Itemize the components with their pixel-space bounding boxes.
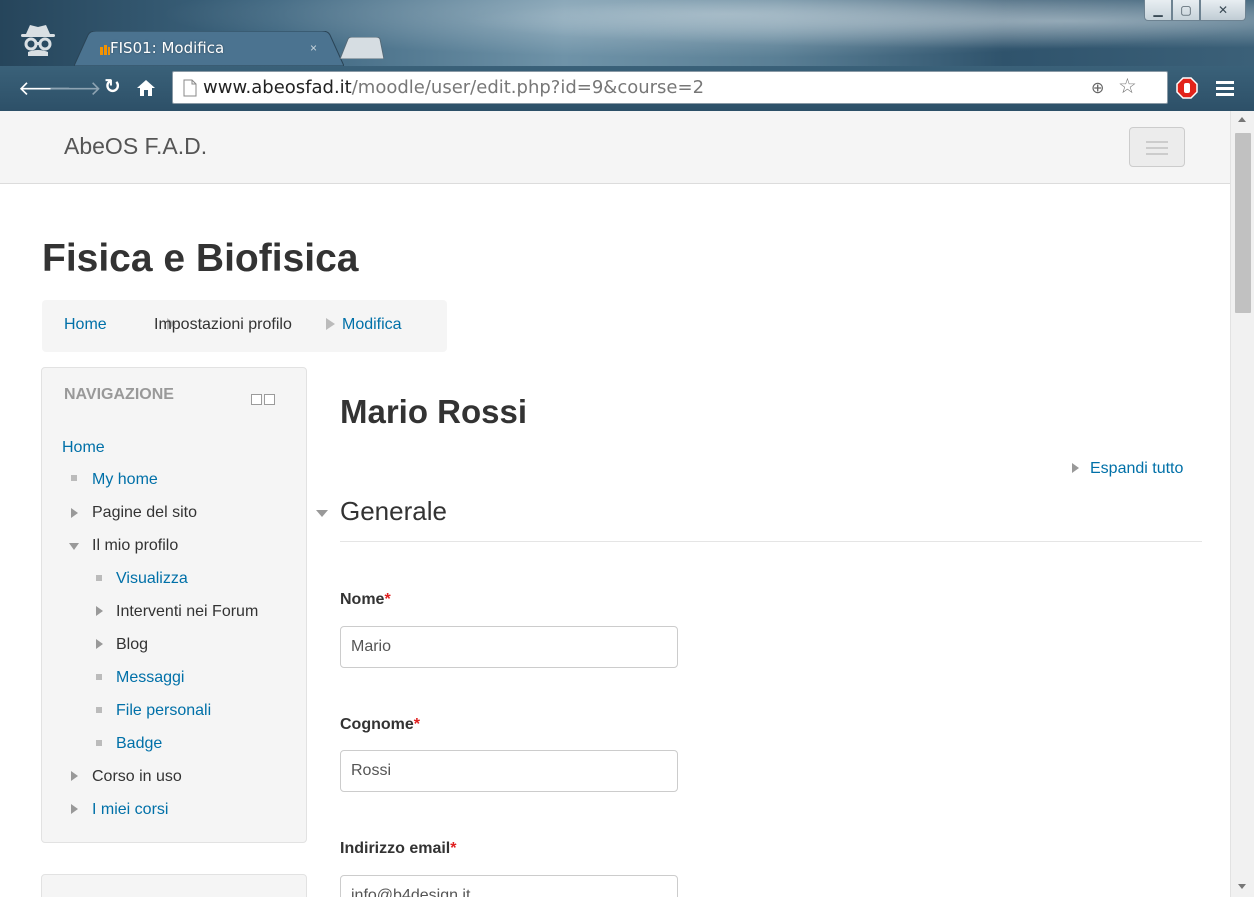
nav-badges[interactable]: Badge — [116, 735, 162, 753]
nav-private-files[interactable]: File personali — [116, 702, 211, 720]
browser-window: ▁ ▢ ✕ FIS01: Modifica × 🡐 🡒 ↻ www.abeosf… — [0, 0, 1254, 111]
page-viewport: AbeOS F.A.D. Fisica e Biofisica Home Imp… — [0, 111, 1230, 897]
nav-home[interactable]: Home — [62, 439, 105, 457]
moodle-favicon-icon — [100, 45, 110, 55]
collapse-arrow-icon[interactable] — [69, 543, 79, 550]
breadcrumb-home[interactable]: Home — [64, 316, 107, 334]
bullet-icon — [96, 575, 102, 581]
breadcrumb-profile-settings: Impostazioni profilo — [154, 316, 292, 333]
hamburger-icon — [1146, 141, 1168, 143]
minimize-icon: ▁ — [1153, 3, 1163, 17]
last-name-input[interactable]: Rossi — [340, 750, 678, 792]
minimize-button[interactable]: ▁ — [1144, 0, 1172, 21]
breadcrumb: Home Impostazioni profilo Modifica — [42, 300, 447, 352]
expand-all-link[interactable]: Espandi tutto — [1090, 460, 1183, 478]
zoom-icon[interactable]: ⊕ — [1091, 78, 1104, 98]
email-input[interactable]: info@b4design.it — [340, 875, 678, 897]
course-title: Fisica e Biofisica — [42, 237, 359, 280]
expand-arrow-icon[interactable] — [71, 804, 78, 814]
address-bar[interactable]: www.abeosfad.it/moodle/user/edit.php?id=… — [172, 71, 1168, 104]
collapse-block-icon[interactable] — [251, 394, 262, 405]
nav-current-course[interactable]: Corso in uso — [92, 768, 182, 786]
nav-my-courses[interactable]: I miei corsi — [92, 801, 168, 819]
navbar-toggle-button[interactable] — [1129, 127, 1185, 167]
section-collapse-icon[interactable] — [316, 510, 328, 517]
nav-site-pages[interactable]: Pagine del sito — [92, 504, 197, 522]
nav-my-profile[interactable]: Il mio profilo — [92, 537, 178, 555]
email-label: Indirizzo email* — [340, 840, 457, 857]
adblock-extension-icon[interactable] — [1176, 77, 1198, 99]
maximize-icon: ▢ — [1180, 3, 1192, 17]
page-icon — [183, 79, 197, 97]
first-name-input[interactable]: Mario — [340, 626, 678, 668]
first-name-label: Nome* — [340, 591, 391, 608]
breadcrumb-separator-icon — [326, 318, 335, 330]
nav-forum-posts[interactable]: Interventi nei Forum — [116, 603, 258, 621]
expand-arrow-icon[interactable] — [71, 508, 78, 518]
page-scrollbar[interactable] — [1230, 111, 1254, 897]
tab-title: FIS01: Modifica — [110, 39, 225, 57]
maximize-button[interactable]: ▢ — [1172, 0, 1200, 21]
new-tab-button[interactable] — [338, 37, 384, 59]
nav-my-home[interactable]: My home — [92, 471, 158, 489]
nav-blog[interactable]: Blog — [116, 636, 148, 654]
site-brand[interactable]: AbeOS F.A.D. — [64, 133, 207, 160]
bullet-icon — [96, 740, 102, 746]
expand-arrow-icon[interactable] — [71, 771, 78, 781]
tab-close-icon[interactable]: × — [310, 41, 317, 55]
expand-all-arrow-icon[interactable] — [1072, 463, 1079, 473]
breadcrumb-edit[interactable]: Modifica — [342, 316, 402, 334]
close-icon: ✕ — [1217, 3, 1229, 17]
user-fullname-heading: Mario Rossi — [340, 393, 528, 430]
browser-tab-active[interactable]: FIS01: Modifica × — [74, 31, 344, 66]
scrollbar-thumb[interactable] — [1235, 133, 1251, 313]
bullet-icon — [71, 475, 77, 481]
required-mark: * — [450, 840, 457, 857]
section-general-title[interactable]: Generale — [340, 496, 447, 527]
expand-arrow-icon[interactable] — [96, 639, 103, 649]
secondary-block — [41, 874, 307, 897]
incognito-icon — [21, 25, 55, 56]
site-navbar: AbeOS F.A.D. — [0, 111, 1230, 184]
reload-icon[interactable]: ↻ — [104, 74, 121, 98]
bookmark-star-icon[interactable]: ☆ — [1118, 74, 1137, 99]
bullet-icon — [96, 707, 102, 713]
window-controls: ▁ ▢ ✕ — [1144, 0, 1246, 22]
expand-arrow-icon[interactable] — [96, 606, 103, 616]
nav-view-profile[interactable]: Visualizza — [116, 570, 188, 588]
home-icon[interactable] — [136, 79, 156, 97]
scroll-down-icon[interactable] — [1238, 884, 1246, 889]
scroll-up-icon[interactable] — [1238, 117, 1246, 122]
dock-block-icon[interactable] — [264, 394, 275, 405]
bullet-icon — [96, 674, 102, 680]
last-name-label: Cognome* — [340, 716, 421, 733]
close-window-button[interactable]: ✕ — [1200, 0, 1246, 21]
url-host: www.abeosfad.it — [203, 77, 352, 98]
required-mark: * — [384, 591, 391, 608]
nav-messages[interactable]: Messaggi — [116, 669, 184, 687]
section-divider — [340, 541, 1202, 542]
navigation-block: NAVIGAZIONE Home My home Pagine del sito… — [41, 367, 307, 843]
url-path: /moodle/user/edit.php?id=9&course=2 — [351, 77, 705, 98]
browser-menu-icon[interactable] — [1216, 80, 1234, 96]
navigation-block-title: NAVIGAZIONE — [64, 386, 174, 403]
url-text[interactable]: www.abeosfad.it/moodle/user/edit.php?id=… — [203, 77, 704, 98]
required-mark: * — [413, 716, 421, 733]
forward-icon[interactable]: 🡒 — [48, 76, 102, 100]
